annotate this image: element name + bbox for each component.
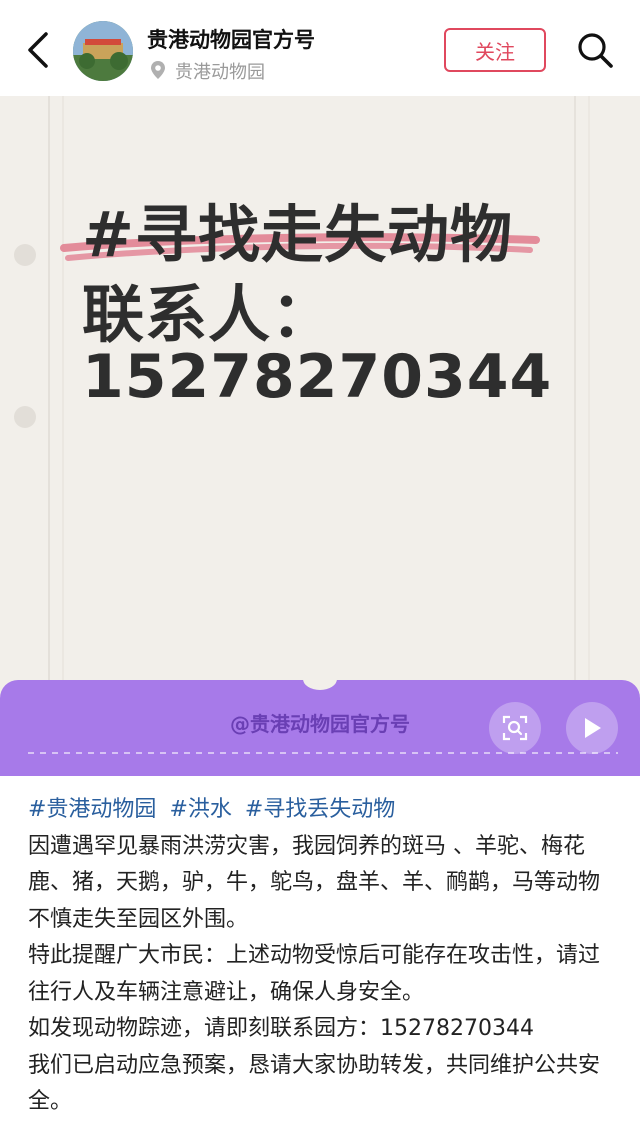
post-image[interactable]: #寻找走失动物 联系人： 15278270344 xyxy=(0,96,640,696)
poster-title: #寻找走失动物 xyxy=(82,198,513,271)
binder-hole xyxy=(14,244,36,266)
search-icon[interactable] xyxy=(575,30,615,70)
hashtag-row: #贵港动物园 #洪水 #寻找丢失动物 xyxy=(28,792,618,829)
top-bar: 贵港动物园官方号 贵港动物园 关注 xyxy=(0,0,640,96)
dotted-divider xyxy=(28,752,618,754)
hashtag[interactable]: #洪水 xyxy=(169,797,231,822)
margin-line xyxy=(48,96,50,696)
binder-hole xyxy=(14,406,36,428)
follow-button[interactable]: 关注 xyxy=(444,28,546,72)
caption-paragraph: 特此提醒广大市民：上述动物受惊后可能存在攻击性，请过往行人及车辆注意避让，确保人… xyxy=(28,943,601,1005)
avatar[interactable] xyxy=(73,21,133,81)
margin-line xyxy=(588,96,590,696)
poster-contact-label: 联系人： xyxy=(82,278,335,351)
caption-paragraph: 我们已启动应急预案，恳请大家协助转发，共同维护公共安全。 xyxy=(28,1052,601,1115)
account-name[interactable]: 贵港动物园官方号 xyxy=(147,24,315,54)
margin-line xyxy=(62,96,64,696)
image-search-icon xyxy=(502,715,528,741)
poster-phone: 15278270344 xyxy=(82,342,553,412)
location-pin-icon xyxy=(151,61,165,79)
margin-line xyxy=(574,96,576,696)
play-button[interactable] xyxy=(566,702,618,754)
image-search-button[interactable] xyxy=(489,702,541,754)
back-arrow-icon[interactable] xyxy=(22,30,58,70)
hashtag[interactable]: #贵港动物园 xyxy=(28,797,156,822)
caption-paragraph: 因遭遇罕见暴雨洪涝灾害，我园饲养的斑马 、羊驼、梅花鹿、猪，天鹅，驴，牛，鸵鸟，… xyxy=(28,833,601,932)
caption-paragraph: 如发现动物踪迹，请即刻联系园方：15278270344 xyxy=(28,1016,534,1041)
bar-notch xyxy=(303,668,337,690)
play-icon xyxy=(585,718,601,738)
watermark-text: @贵港动物园官方号 xyxy=(230,712,410,736)
post-caption: #贵港动物园 #洪水 #寻找丢失动物 因遭遇罕见暴雨洪涝灾害，我园饲养的斑马 、… xyxy=(28,792,618,1121)
hashtag[interactable]: #寻找丢失动物 xyxy=(245,797,395,822)
location-label[interactable]: 贵港动物园 xyxy=(175,58,265,84)
